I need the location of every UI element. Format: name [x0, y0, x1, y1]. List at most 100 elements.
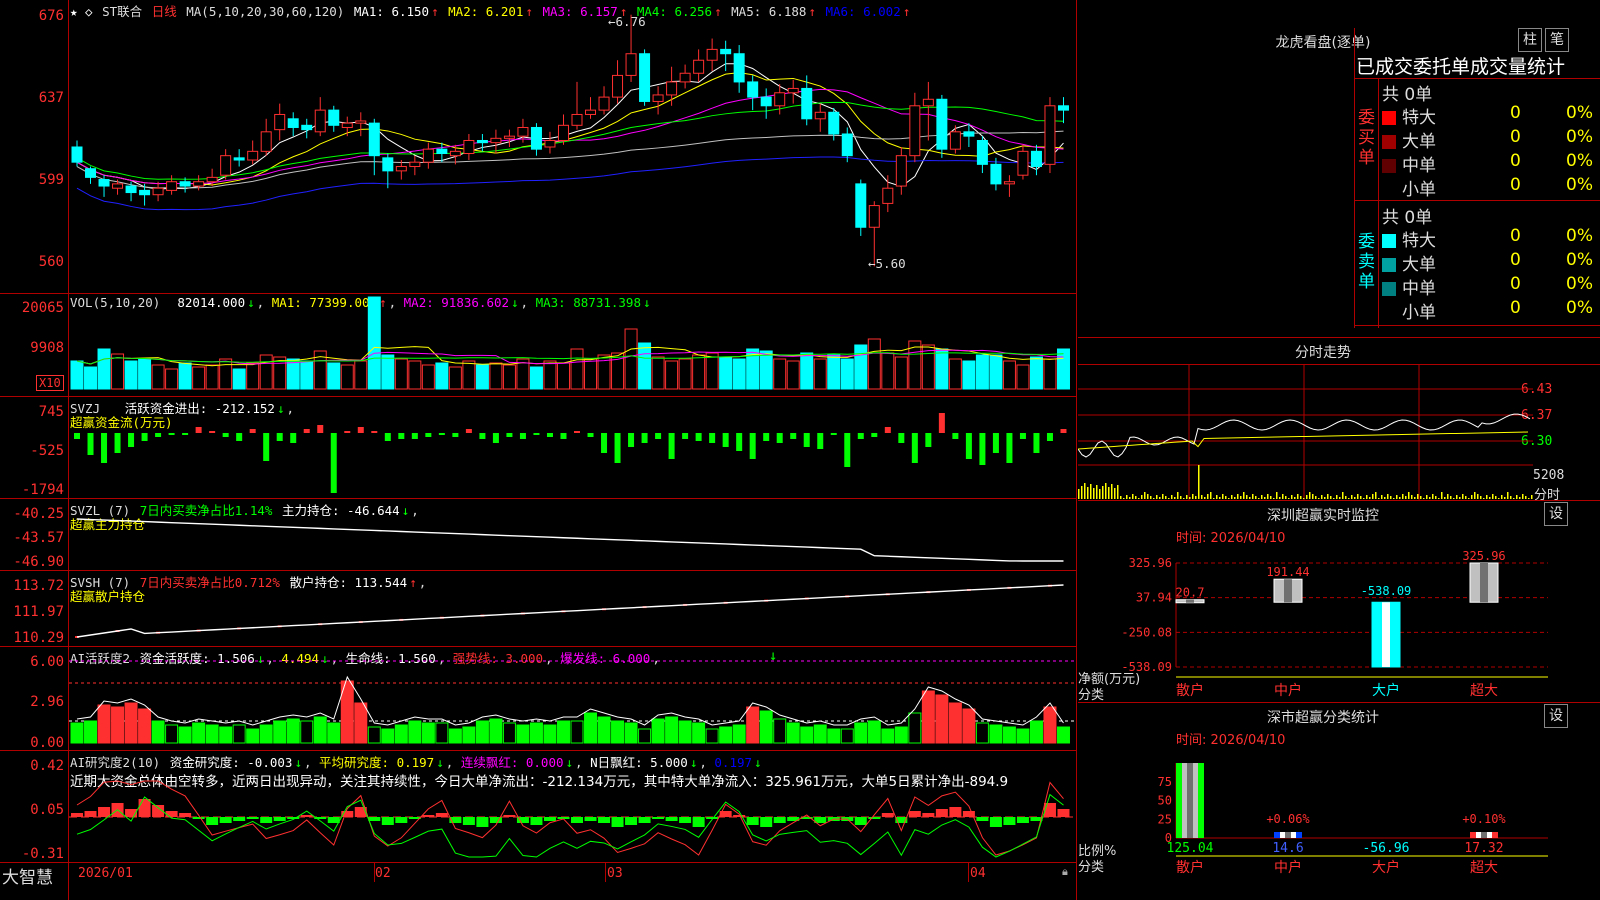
candle: [625, 53, 637, 76]
bar-view-button[interactable]: 柱: [1518, 28, 1542, 52]
intraday-vol-bar: [1102, 486, 1104, 499]
svzj-bar: [74, 433, 80, 439]
lock-icon[interactable]: 🔒︎: [1062, 865, 1068, 879]
ai-activity-bar: [597, 716, 611, 744]
svzj-bar: [965, 433, 972, 459]
svzj-bar: [398, 433, 405, 439]
intraday-vol-bar: [1186, 495, 1188, 499]
svzj-bar: [574, 431, 580, 433]
ai-activity-bar: [273, 720, 287, 744]
sz-stats-value: 125.04: [1167, 841, 1214, 856]
intraday-vol-bar: [1132, 494, 1134, 499]
research-bar: [165, 811, 178, 817]
buy-total: 共 0单: [1382, 85, 1433, 105]
research-bar: [543, 817, 556, 821]
svzj-bar: [1046, 433, 1053, 441]
volume-bar: [435, 362, 449, 390]
intraday-vol-bar: [1240, 496, 1242, 499]
price-axis-676: 676: [38, 8, 64, 24]
intraday-vol-bar: [1495, 496, 1497, 499]
tick-view-button[interactable]: 笔: [1545, 28, 1569, 52]
intraday-vol-bar: [1204, 497, 1206, 499]
intraday-vol-bar: [1492, 494, 1494, 499]
sz-monitor-settings-button[interactable]: 设: [1544, 502, 1568, 526]
intraday-vol-bar: [1243, 492, 1245, 499]
ai-activity-bar: [124, 702, 138, 744]
sz-stats-pct-label: +0.06%: [1266, 812, 1310, 826]
research-bar: [773, 817, 786, 823]
intraday-vol-bar: [1474, 492, 1476, 499]
ai-activity-bar: [394, 724, 408, 744]
svsh-chart[interactable]: [69, 571, 1076, 646]
ai-research-chart[interactable]: [69, 751, 1076, 862]
ai-activity-bar: [611, 720, 625, 744]
sz-monitor-title: 深圳超赢实时监控: [1267, 508, 1379, 524]
intraday-vol-bar: [1459, 497, 1461, 499]
svzj-bar: [668, 433, 675, 459]
volume-bar: [827, 354, 841, 390]
candle: [693, 59, 705, 74]
intraday-vol-bar: [1378, 498, 1380, 499]
research-axis-2: 0.05: [30, 802, 64, 818]
research-bar: [571, 817, 583, 823]
sz-monitor-chart[interactable]: 325.96 37.94 -250.08 -538.09 20.7 散户 191.44 中户 -…: [1078, 545, 1600, 702]
volume-bar: [232, 368, 246, 390]
right-sidebar: 龙虎看盘(逐单) 柱 笔 已成交委托单成交量统计 委买单 委卖单 共 0单 特大…: [1078, 0, 1600, 900]
sz-stats-settings-button[interactable]: 设: [1544, 704, 1568, 728]
sz-monitor-category: 超大: [1470, 683, 1498, 699]
research-bar: [179, 813, 192, 817]
dragon-tabs[interactable]: 已成交委托单成交量统计: [1356, 52, 1600, 79]
volume-bar: [408, 360, 422, 390]
intraday-vol-bar: [1147, 494, 1149, 499]
candle: [557, 124, 569, 141]
candle: [71, 146, 83, 163]
svzj-chart[interactable]: [69, 397, 1076, 498]
ai-activity-bar: [138, 708, 152, 744]
intraday-chart[interactable]: [1078, 365, 1533, 500]
brand-label: 大智慧: [2, 868, 53, 888]
candlestick-chart[interactable]: [69, 0, 1076, 293]
intraday-vol-bar: [1108, 487, 1110, 499]
ai-activity-bar: [1016, 728, 1030, 744]
intraday-vol-bar: [1417, 494, 1419, 499]
volume-bar: [138, 358, 152, 390]
volume-bar: [624, 328, 638, 390]
sz-stats-bar-core: [1481, 832, 1487, 838]
x-axis-label-3: 03: [607, 866, 623, 881]
intraday-vol-bar: [1315, 496, 1317, 499]
volume-bar: [300, 360, 314, 390]
volume-bar: [935, 348, 949, 390]
intraday-vol-bar: [1081, 486, 1083, 499]
x-axis-label-1: 2026/01: [78, 866, 133, 881]
ai-activity-bar: [448, 728, 462, 744]
volume-chart[interactable]: [69, 294, 1076, 396]
svzj-bar: [155, 433, 162, 437]
ai-activity-chart[interactable]: ↓: [69, 647, 1076, 750]
ai-activity-bar: [502, 722, 516, 744]
volume-bar: [1002, 360, 1016, 390]
sz-stats-chart[interactable]: 7550250125.04散户14.6中户-56.96大户17.32超大+0.0…: [1078, 745, 1600, 900]
intraday-vol-bar: [1384, 497, 1386, 499]
svzl-chart[interactable]: [69, 499, 1076, 570]
order-size-label: 大单: [1402, 255, 1436, 275]
order-size-label: 小单: [1402, 303, 1436, 323]
intraday-vol-bar: [1519, 497, 1521, 499]
sz-stats-bar-core: [1187, 763, 1193, 838]
x-axis-label-4: 04: [970, 866, 986, 881]
candle: [179, 181, 191, 187]
volume-bar: [84, 366, 98, 390]
intraday-vol-bar: [1138, 498, 1140, 499]
intraday-vol-bar: [1300, 496, 1302, 499]
intraday-vol-bar: [1270, 496, 1272, 499]
main-chart-area[interactable]: ★ ◇ ST联合 日线 MA(5,10,20,30,60,120) MA1: 6…: [0, 0, 1077, 900]
candle: [139, 189, 151, 196]
ai-activity-bar: [421, 722, 435, 744]
intraday-vol-bar: [1420, 496, 1422, 499]
vol-axis-2: 9908: [30, 340, 64, 356]
svzl-axis-3: -46.90: [13, 554, 64, 570]
research-bar: [679, 817, 692, 823]
intraday-vol-bar: [1099, 489, 1101, 499]
sz-monitor-bar-shade: [1284, 579, 1292, 603]
ai-activity-bar: [827, 728, 841, 744]
ai-activity-bar: [313, 716, 327, 744]
